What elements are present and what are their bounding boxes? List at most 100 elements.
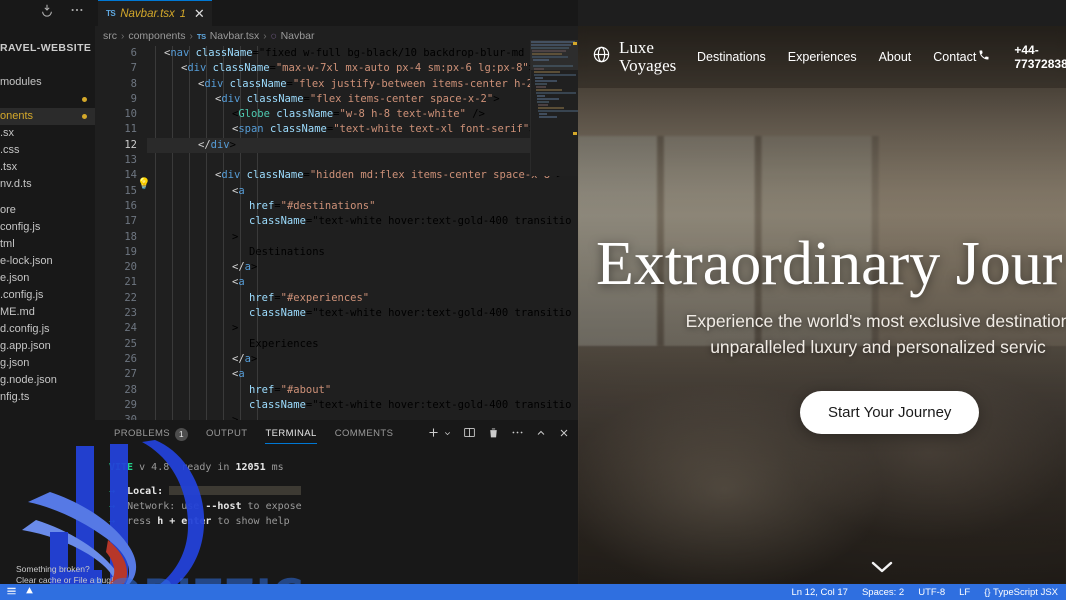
maximize-panel-icon[interactable] <box>535 427 547 442</box>
status-bar-item[interactable]: Spaces: 2 <box>862 587 904 598</box>
code-line[interactable]: </div> <box>147 137 578 154</box>
code-line[interactable]: className="text-white hover:text-gold-40… <box>147 214 578 229</box>
breadcrumb-item-symbol[interactable]: Navbar <box>281 30 315 42</box>
line-number: 13 <box>124 154 137 167</box>
file-tree-item[interactable]: tml <box>0 236 95 253</box>
redacted-url <box>169 486 302 495</box>
breadcrumb-item-src[interactable]: src <box>103 30 117 42</box>
kill-terminal-icon[interactable] <box>487 426 500 442</box>
code-line[interactable]: <Globe className="w-8 h-8 text-white" /> <box>147 107 578 122</box>
file-tree-item[interactable]: g.node.json <box>0 372 95 389</box>
close-panel-icon[interactable] <box>558 427 570 442</box>
file-tree-item[interactable]: .css <box>0 142 95 159</box>
tab-navbar-tsx[interactable]: TS Navbar.tsx 1 ✕ <box>98 0 212 26</box>
status-bar-right[interactable]: Ln 12, Col 17 Spaces: 2 UTF-8 LF {} TypeScri… <box>791 587 1058 598</box>
new-terminal-icon[interactable] <box>427 426 440 442</box>
code-line[interactable]: Destinations <box>147 245 578 260</box>
more-actions-icon[interactable] <box>511 426 524 442</box>
code-line[interactable]: Experiences <box>147 337 578 352</box>
panel-tab-terminal[interactable]: TERMINAL <box>256 420 325 448</box>
explorer-sidebar[interactable]: RAVEL-WEBSITE modules onents .sx .css .tsx nv… <box>0 26 95 600</box>
status-bar-item[interactable]: Ln 12, Col 17 <box>791 587 848 598</box>
panel-tab-label: PROBLEMS <box>114 428 170 439</box>
code-editor[interactable]: 6 7 8 9 10 11 12 13 14 15 16 17 18 19 20 21 22 23 24 25 26 27… <box>95 46 578 420</box>
file-tree-item[interactable]: .tsx <box>0 159 95 176</box>
file-tree-item[interactable]: config.js <box>0 219 95 236</box>
code-line[interactable]: <a <box>147 275 578 290</box>
code-line[interactable]: <div className="hidden md:flex items-cen… <box>147 168 578 183</box>
minimap-line <box>534 74 576 76</box>
file-tree-item[interactable]: .sx <box>0 125 95 142</box>
nav-link-destinations[interactable]: Destinations <box>697 50 766 64</box>
file-tree-item[interactable]: modules <box>0 74 95 91</box>
status-bar[interactable]: Ln 12, Col 17 Spaces: 2 UTF-8 LF {} TypeScri… <box>0 584 1066 600</box>
file-tree-item[interactable]: g.json <box>0 355 95 372</box>
code-line[interactable]: > <box>147 413 578 420</box>
more-actions-icon[interactable] <box>70 3 86 19</box>
file-tree-item[interactable]: ore <box>0 202 95 219</box>
typescript-file-icon: TS <box>106 9 116 18</box>
file-tree-item[interactable] <box>0 91 95 108</box>
file-tree-item[interactable]: ME.md <box>0 304 95 321</box>
code-line[interactable]: > <box>147 230 578 245</box>
terminal-dropdown-icon[interactable] <box>443 427 452 441</box>
close-icon[interactable]: ✕ <box>194 7 205 20</box>
file-tree-item[interactable]: .config.js <box>0 287 95 304</box>
status-bar-item[interactable]: UTF-8 <box>918 587 945 598</box>
line-number: 10 <box>124 108 137 121</box>
code-line[interactable] <box>147 153 578 168</box>
code-line[interactable]: <div className="flex items-center space-… <box>147 92 578 107</box>
breadcrumb[interactable]: src › components › TS Navbar.tsx › ◌ Nav… <box>95 26 578 46</box>
something-broken-notice[interactable]: Something broken? Clear cache or File a … <box>16 564 166 586</box>
nav-link-contact[interactable]: Contact <box>933 50 976 64</box>
code-line[interactable]: </a> <box>147 352 578 367</box>
code-line[interactable]: <span className="text-white text-xl font… <box>147 122 578 137</box>
code-line[interactable]: > <box>147 321 578 336</box>
code-line[interactable]: href="#experiences" <box>147 291 578 306</box>
chevron-down-icon[interactable] <box>870 556 894 580</box>
file-tree-item[interactable]: e-lock.json <box>0 253 95 270</box>
file-tree-item-label: onents <box>0 110 34 122</box>
breadcrumb-item-components[interactable]: components <box>128 30 185 42</box>
code-line[interactable]: <nav className="fixed w-full bg-black/10… <box>147 46 578 61</box>
code-line[interactable]: className="text-white hover:text-gold-40… <box>147 398 578 413</box>
terminal-output[interactable]: VITE v 4.8 ready in 12051 ms → Local: → … <box>109 460 569 529</box>
file-tree-item[interactable]: nfig.ts <box>0 389 95 406</box>
warnings-icon[interactable] <box>25 585 34 599</box>
start-your-journey-button[interactable]: Start Your Journey <box>800 391 980 434</box>
breadcrumb-item-file[interactable]: Navbar.tsx <box>210 30 260 42</box>
file-tree-item[interactable]: onents <box>0 108 95 125</box>
file-tree-item[interactable]: nv.d.ts <box>0 176 95 193</box>
code-line[interactable]: href="#destinations" <box>147 199 578 214</box>
file-tree[interactable]: modules onents .sx .css .tsx nv.d.ts ore config… <box>0 74 95 406</box>
browser-preview[interactable]: Luxe Voyages Destinations Experiences Ab… <box>578 26 1066 584</box>
code-line[interactable]: href="#about" <box>147 383 578 398</box>
minimap[interactable] <box>530 40 578 176</box>
file-tree-item[interactable]: g.app.json <box>0 338 95 355</box>
code-lines[interactable]: <nav className="fixed w-full bg-black/10… <box>147 46 578 420</box>
code-line[interactable]: className="text-white hover:text-gold-40… <box>147 306 578 321</box>
status-bar-item[interactable]: LF <box>959 587 970 598</box>
code-line[interactable]: <div className="flex justify-between ite… <box>147 77 578 92</box>
nav-links[interactable]: Destinations Experiences About Contact +… <box>697 43 1066 71</box>
code-line[interactable]: </a> <box>147 260 578 275</box>
panel-tab-problems[interactable]: PROBLEMS 1 <box>105 420 197 448</box>
panel-tab-output[interactable]: OUTPUT <box>197 420 256 448</box>
code-line[interactable]: <a <box>147 367 578 382</box>
nav-link-about[interactable]: About <box>879 50 912 64</box>
status-bar-item[interactable]: {} TypeScript JSX <box>984 587 1058 598</box>
line-number: 23 <box>124 307 137 320</box>
code-line[interactable]: <div className="max-w-7xl mx-auto px-4 s… <box>147 61 578 76</box>
file-tree-item-label: modules <box>0 76 42 88</box>
minimap-line <box>539 113 547 115</box>
panel-tab-comments[interactable]: COMMENTS <box>326 420 403 448</box>
nav-link-experiences[interactable]: Experiences <box>788 50 857 64</box>
code-line[interactable]: <a <box>147 184 578 199</box>
phone-number[interactable]: +44- 7737283887 <box>1014 43 1066 71</box>
file-tree-item[interactable]: e.json <box>0 270 95 287</box>
sync-icon[interactable] <box>40 3 56 19</box>
split-terminal-icon[interactable] <box>463 426 476 442</box>
file-tree-item[interactable]: d.config.js <box>0 321 95 338</box>
remote-window-icon[interactable] <box>6 585 17 599</box>
brand[interactable]: Luxe Voyages <box>592 39 677 75</box>
